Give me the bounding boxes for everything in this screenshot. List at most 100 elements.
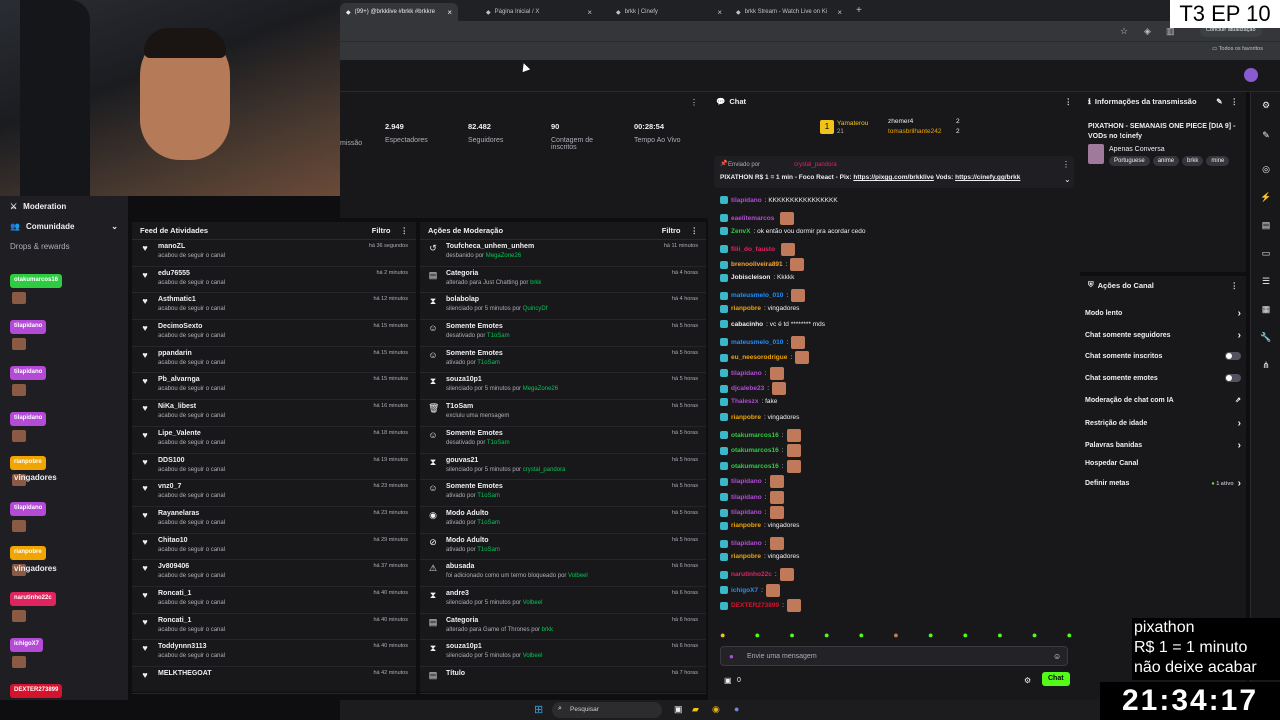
chat-username[interactable]: tilapidano	[731, 370, 762, 377]
emote-icon[interactable]: ●	[893, 630, 898, 642]
activity-filter-button[interactable]: Filtro	[372, 226, 391, 235]
chat-username[interactable]: brenooliveira891	[731, 261, 783, 268]
new-tab-icon[interactable]: +	[856, 5, 862, 16]
mod-action-moderator[interactable]: Volbeel	[568, 573, 588, 579]
feed-username[interactable]: Lipe_Valente	[158, 430, 365, 437]
lightning-icon[interactable]: ⚡	[1260, 192, 1272, 204]
mod-action-moderator[interactable]: crystal_pandora	[523, 467, 566, 473]
emote-icon[interactable]: ●	[928, 630, 933, 642]
mod-filter-button[interactable]: Filtro	[662, 226, 681, 235]
settings-icon[interactable]: ⚙	[1260, 100, 1272, 112]
chat-username[interactable]: ZenvX	[731, 228, 751, 235]
feed-username[interactable]: DDS100	[158, 457, 365, 464]
channel-action-item[interactable]: Chat somente inscritos	[1085, 352, 1241, 360]
feed-username[interactable]: Pb_alvarnga	[158, 376, 365, 383]
nav-drops[interactable]: Drops & rewards	[10, 242, 70, 251]
feed-username[interactable]: DecimoSexto	[158, 323, 365, 330]
emote-icon[interactable]: ●	[1067, 630, 1072, 642]
chat-username[interactable]: DEXTER273899	[731, 602, 779, 609]
chat-username[interactable]: tilapidano	[731, 494, 762, 501]
feed-username[interactable]: Roncati_1	[158, 590, 365, 597]
target-icon[interactable]: ◎	[1260, 164, 1272, 176]
tag-chip[interactable]: mine	[1206, 156, 1230, 166]
chat-username[interactable]: mateusmelo_010	[731, 339, 783, 346]
bookmarks-folder[interactable]: ▭ Todos os favoritos	[1212, 46, 1263, 52]
mod-action-name[interactable]: abusada	[446, 563, 664, 570]
stream-category[interactable]: Apenas Conversa	[1109, 146, 1165, 153]
chat-username[interactable]: rianpobre	[731, 305, 761, 312]
mod-action-name[interactable]: T1oSam	[446, 403, 664, 410]
mod-action-name[interactable]: gouvas21	[446, 457, 664, 464]
mod-action-name[interactable]: Somente Emotes	[446, 483, 664, 490]
mod-action-name[interactable]: bolabolap	[446, 296, 664, 303]
wrench-icon[interactable]: 🔧	[1260, 332, 1272, 344]
mod-action-name[interactable]: Categoria	[446, 617, 664, 624]
browser-tab[interactable]: ◆ Página Inicial / X ×	[480, 3, 598, 21]
feed-username[interactable]: edu76555	[158, 270, 369, 277]
emote-icon[interactable]: ●	[789, 630, 794, 642]
mod-action-name[interactable]: Somente Emotes	[446, 430, 664, 437]
channel-action-item[interactable]: Modo lento ›	[1085, 308, 1241, 319]
mod-action-moderator[interactable]: Volbeel	[523, 653, 543, 659]
chat-username[interactable]: Thaleszx	[731, 398, 758, 405]
chat-icon[interactable]: ▭	[1260, 248, 1272, 260]
chevron-down-icon[interactable]: ⌄	[1064, 175, 1071, 184]
feed-username[interactable]: manoZL	[158, 243, 361, 250]
chat-username[interactable]: rianpobre	[731, 553, 761, 560]
mod-action-name[interactable]: souza10p1	[446, 643, 664, 650]
channel-action-item[interactable]: Palavras banidas ›	[1085, 440, 1241, 451]
mod-action-name[interactable]: Categoria	[446, 270, 664, 277]
chat-username[interactable]: mateusmelo_010	[731, 292, 783, 299]
emote-icon[interactable]: ●	[1032, 630, 1037, 642]
actions-menu-icon[interactable]: ⋮	[1231, 281, 1239, 290]
channel-action-item[interactable]: Restrição de idade ›	[1085, 418, 1241, 429]
chat-menu-icon[interactable]: ⋮	[1065, 97, 1073, 106]
chat-username[interactable]: tilapidano	[731, 540, 762, 547]
mod-action-name[interactable]: Toufcheca_unhem_unhem	[446, 243, 656, 250]
list-icon[interactable]: ☰	[1260, 276, 1272, 288]
feed-username[interactable]: Roncati_1	[158, 617, 365, 624]
feed-menu-icon[interactable]: ⋮	[401, 226, 409, 235]
windows-start-icon[interactable]: ⊞	[534, 703, 543, 716]
mod-action-name[interactable]: souza10p1	[446, 376, 664, 383]
mod-action-moderator[interactable]: T1oSam	[477, 360, 500, 366]
chat-username[interactable]: cabacinho	[731, 321, 763, 328]
mod-action-name[interactable]: Somente Emotes	[446, 323, 664, 330]
close-icon[interactable]: ×	[447, 8, 452, 17]
chat-username[interactable]: otakumarcos16	[731, 463, 779, 470]
channel-action-item[interactable]: Chat somente emotes	[1085, 374, 1241, 382]
chat-username[interactable]: tilapidano	[731, 197, 762, 204]
nav-comunidade[interactable]: 👥 Comunidade ⌄	[10, 222, 118, 231]
taskview-icon[interactable]: ▣	[674, 704, 683, 715]
feed-username[interactable]: Jv809406	[158, 563, 365, 570]
chrome-icon[interactable]: ◉	[712, 704, 720, 715]
toggle-switch[interactable]	[1225, 352, 1241, 360]
info-menu-icon[interactable]: ⋮	[1231, 97, 1239, 106]
mod-action-moderator[interactable]: T1oSam	[487, 440, 510, 446]
pinned-link-pix[interactable]: https://pixgg.com/brkklive	[853, 174, 934, 181]
chat-username[interactable]: filii_do_fausto	[731, 246, 775, 253]
emote-icon[interactable]: ●	[824, 630, 829, 642]
discord-icon[interactable]: ●	[734, 704, 739, 714]
chat-username[interactable]: narutinho22c	[731, 571, 772, 578]
feed-username[interactable]: MELKTHEGOAT	[158, 670, 365, 677]
toggle-switch[interactable]	[1225, 374, 1241, 382]
taskbar-search[interactable]: ⌕ Pesquisar	[552, 702, 662, 718]
feed-username[interactable]: NiKa_libest	[158, 403, 365, 410]
tag-chip[interactable]: brkk	[1182, 156, 1204, 166]
mod-action-moderator[interactable]: MegaZone26	[486, 253, 521, 259]
emote-icon[interactable]: ●	[755, 630, 760, 642]
close-icon[interactable]: ×	[587, 8, 592, 17]
mod-action-moderator[interactable]: T1oSam	[477, 493, 500, 499]
emote-icon[interactable]: ●	[997, 630, 1002, 642]
emoji-picker-icon[interactable]: ☺	[1053, 652, 1061, 661]
tag-chip[interactable]: Portuguese	[1109, 156, 1150, 166]
share-icon[interactable]: ⋔	[1260, 360, 1272, 372]
profile-avatar[interactable]	[1244, 68, 1258, 82]
chat-username[interactable]: eaelitemarcos	[731, 215, 774, 222]
mod-action-name[interactable]: Modo Adulto	[446, 537, 664, 544]
mod-action-moderator[interactable]: MegaZone26	[523, 386, 558, 392]
mod-action-name[interactable]: Título	[446, 670, 664, 677]
chat-username[interactable]: tilapidano	[731, 478, 762, 485]
star-icon[interactable]: ☆	[1120, 26, 1128, 37]
